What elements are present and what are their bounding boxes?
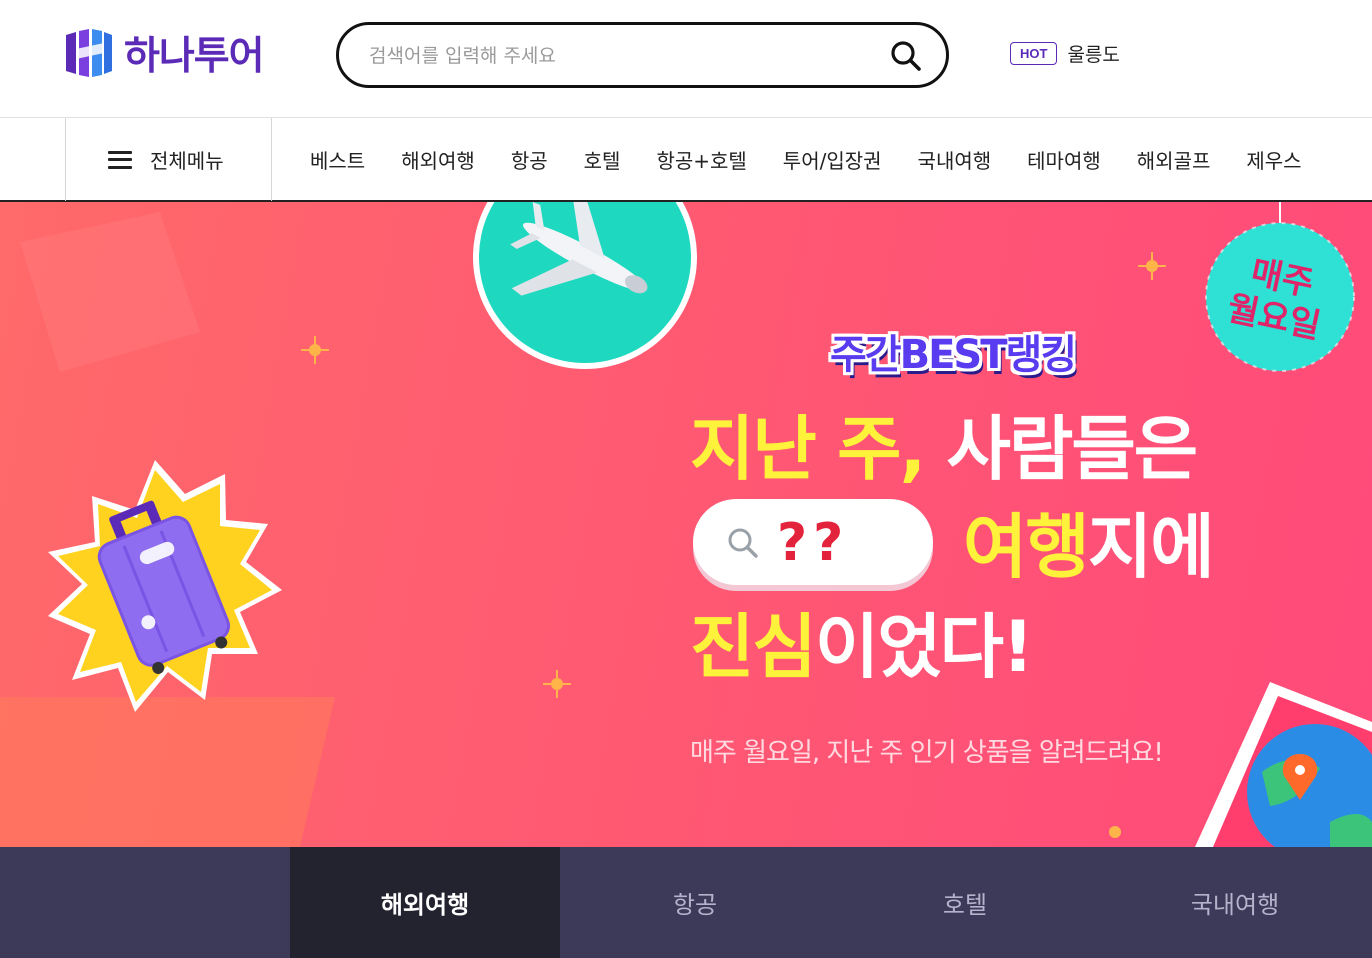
headline-line1-yellow: 지난 주, [690, 408, 926, 490]
category-tabs: 해외여행 항공 호텔 국내여행 [0, 847, 1372, 958]
headline-line3-yellow: 진심 [690, 606, 817, 688]
nav-item-best[interactable]: 베스트 [292, 145, 383, 174]
hot-keyword-link[interactable]: HOT 울릉도 [1010, 40, 1120, 67]
headline-line2-yellow: 여행 [963, 506, 1090, 588]
main-navigation: 전체메뉴 베스트 해외여행 항공 호텔 항공+호텔 투어/입장권 국내여행 테마… [0, 118, 1372, 202]
all-menu-button[interactable]: 전체메뉴 [65, 118, 272, 201]
nav-item-hotel[interactable]: 호텔 [566, 145, 639, 174]
logo-text: 하나투어 [124, 34, 265, 79]
gnb-menu: 베스트 해외여행 항공 호텔 항공+호텔 투어/입장권 국내여행 테마여행 해외… [292, 118, 1320, 201]
airplane-icon [473, 202, 697, 369]
all-menu-label: 전체메뉴 [150, 149, 224, 173]
nav-item-theme[interactable]: 테마여행 [1009, 145, 1119, 174]
nav-item-golf[interactable]: 해외골프 [1119, 145, 1229, 174]
suitcase-icon [48, 460, 282, 712]
magnifier-icon [728, 528, 758, 558]
header: 하나투어 HOT 울릉도 [0, 0, 1372, 118]
headline-line3-white: 이었다! [814, 606, 1034, 688]
tab-domestic[interactable]: 국내여행 [1100, 847, 1370, 958]
hamburger-icon [108, 150, 132, 169]
faint-shape [20, 212, 200, 372]
hero-subtext: 매주 월요일, 지난 주 인기 상품을 알려드려요! [690, 738, 1164, 768]
tab-hotel[interactable]: 호텔 [830, 847, 1100, 958]
headline-line3: 진심이었다! [690, 612, 1034, 682]
headline-line1-white: 사람들은 [924, 408, 1199, 490]
question-marks: ?? [777, 513, 850, 573]
orange-shape [0, 697, 335, 847]
nav-item-overseas[interactable]: 해외여행 [383, 145, 493, 174]
hot-keyword: 울릉도 [1067, 44, 1120, 66]
hanatour-logo[interactable]: 하나투어 [64, 28, 265, 79]
headline-line1: 지난 주, 사람들은 [690, 414, 1198, 484]
nav-item-flight[interactable]: 항공 [493, 145, 566, 174]
hero-banner[interactable]: 매주 월요일 주간BEST랭킹 지난 주, 사람들은 ?? 여행지에 진심이었다… [0, 202, 1372, 847]
mystery-search-pill: ?? [693, 499, 933, 585]
nav-item-tour-ticket[interactable]: 투어/입장권 [765, 145, 900, 174]
nav-item-flight-hotel[interactable]: 항공+호텔 [638, 145, 764, 174]
nav-item-zeus[interactable]: 제우스 [1228, 145, 1319, 174]
tab-overseas[interactable]: 해외여행 [290, 847, 560, 958]
tab-flight[interactable]: 항공 [560, 847, 830, 958]
search-box[interactable] [336, 22, 949, 88]
headline-line2: 여행지에 [963, 512, 1215, 582]
globe-icon [1195, 682, 1372, 847]
rank-title: 주간BEST랭킹 [830, 332, 1077, 378]
nav-item-domestic[interactable]: 국내여행 [900, 145, 1010, 174]
search-icon[interactable] [888, 38, 924, 74]
headline-line2-white: 지에 [1087, 506, 1215, 588]
hot-badge: HOT [1010, 42, 1058, 65]
hanatour-logo-icon [66, 29, 112, 77]
search-input[interactable] [369, 41, 869, 71]
